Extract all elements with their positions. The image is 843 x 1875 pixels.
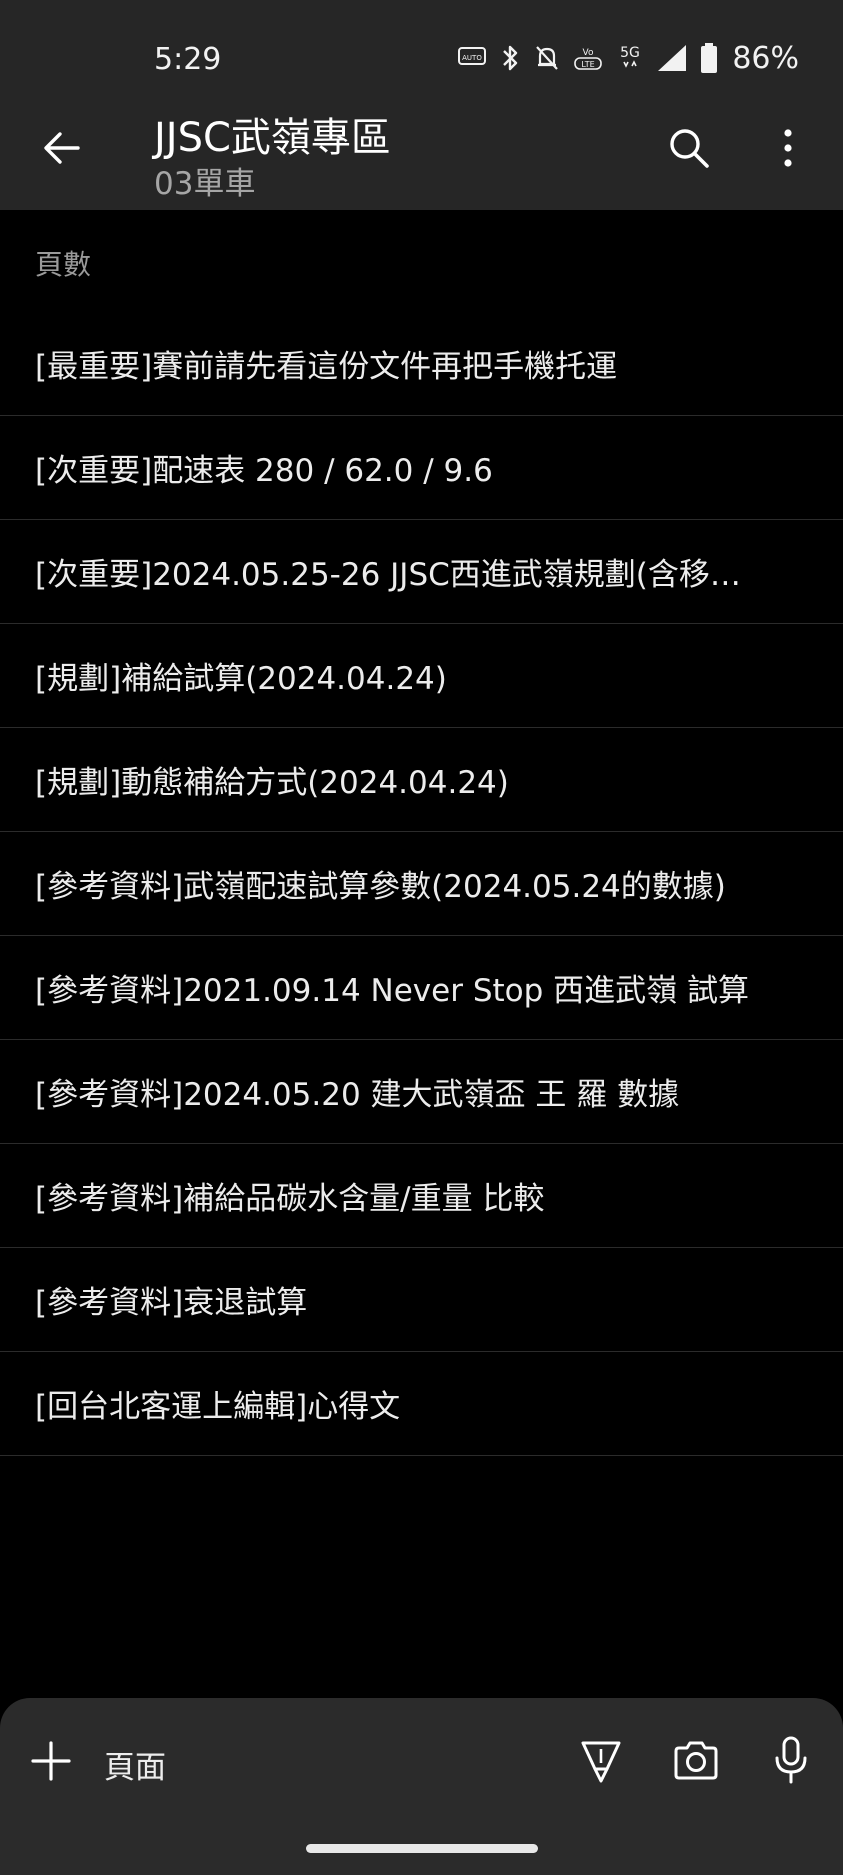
list-item[interactable]: [參考資料]衰退試算 [0,1248,843,1352]
list-item[interactable]: [規劃]動態補給方式(2024.04.24) [0,728,843,832]
page-title-text: [參考資料]補給品碳水含量/重量 比較 [35,1181,545,1217]
search-button[interactable] [664,122,714,174]
signal-icon [656,43,688,73]
page-title-text: [次重要]配速表 280 / 62.0 / 9.6 [35,453,493,489]
more-options-button[interactable] [770,122,806,174]
home-indicator[interactable] [306,1844,538,1853]
camera-button[interactable] [670,1736,722,1784]
page-title-text: [規劃]補給試算(2024.04.24) [35,661,447,697]
bluetooth-icon [500,43,522,73]
pen-icon [581,1741,621,1783]
list-item[interactable]: [最重要]賽前請先看這份文件再把手機托運 [0,312,843,416]
pages-list: [最重要]賽前請先看這份文件再把手機托運 [次重要]配速表 280 / 62.0… [0,312,843,1456]
page-title-text: [規劃]動態補給方式(2024.04.24) [35,765,509,801]
search-icon [670,129,709,168]
plus-icon [31,1741,71,1781]
pages-section-label: 頁數 [35,248,92,281]
page-title-text: [參考資料]2021.09.14 Never Stop 西進武嶺 試算 [35,973,749,1009]
volte-icon: Vo LTE [572,44,604,72]
battery-percent: 86% [732,40,799,76]
page-title-text: [參考資料]2024.05.20 建大武嶺盃 王 羅 數據 [35,1077,680,1113]
svg-text:LTE: LTE [582,60,595,69]
list-item[interactable]: [參考資料]2021.09.14 Never Stop 西進武嶺 試算 [0,936,843,1040]
dictate-button[interactable] [768,1734,814,1786]
new-page-label[interactable]: 頁面 [104,1742,166,1787]
back-button[interactable] [36,122,88,174]
page-title-text: [參考資料]衰退試算 [35,1285,308,1321]
auto-hz-icon: AUTO [458,46,488,70]
list-item[interactable]: [回台北客運上編輯]心得文 [0,1352,843,1456]
system-nav-area [0,1824,843,1875]
status-icons: AUTO Vo LTE 5G 86% [458,40,799,76]
list-item[interactable]: [參考資料]補給品碳水含量/重量 比較 [0,1144,843,1248]
page-title-text: [最重要]賽前請先看這份文件再把手機托運 [35,349,618,385]
camera-icon [674,1741,718,1780]
list-item[interactable]: [參考資料]2024.05.20 建大武嶺盃 王 羅 數據 [0,1040,843,1144]
notebook-subtitle: 03單車 [154,166,256,202]
page-title-text: [次重要]2024.05.25-26 JJSC西進武嶺規劃(含移… [35,557,741,593]
ink-button[interactable] [577,1736,625,1784]
more-vert-icon [784,129,792,167]
arrow-left-icon [44,132,80,164]
svg-text:Vo: Vo [583,48,594,58]
page-title-text: [參考資料]武嶺配速試算參數(2024.05.24的數據) [35,869,726,905]
page-title-text: [回台北客運上編輯]心得文 [35,1389,401,1425]
status-bar: 5:29 AUTO Vo LTE 5G 86% [0,0,843,100]
svg-text:5G: 5G [620,45,640,61]
bottom-action-bar: 頁面 [0,1698,843,1824]
battery-icon [700,42,718,74]
list-item[interactable]: [參考資料]武嶺配速試算參數(2024.05.24的數據) [0,832,843,936]
microphone-icon [775,1736,807,1784]
list-item[interactable]: [次重要]2024.05.25-26 JJSC西進武嶺規劃(含移… [0,520,843,624]
bell-off-icon [534,44,560,72]
list-item[interactable]: [規劃]補給試算(2024.04.24) [0,624,843,728]
app-bar: JJSC武嶺專區 03單車 [0,100,843,210]
svg-text:AUTO: AUTO [462,54,482,62]
page-title: JJSC武嶺專區 [154,115,391,161]
add-page-button[interactable] [28,1738,74,1784]
status-time: 5:29 [154,42,222,77]
5g-icon: 5G [616,43,644,73]
list-item[interactable]: [次重要]配速表 280 / 62.0 / 9.6 [0,416,843,520]
